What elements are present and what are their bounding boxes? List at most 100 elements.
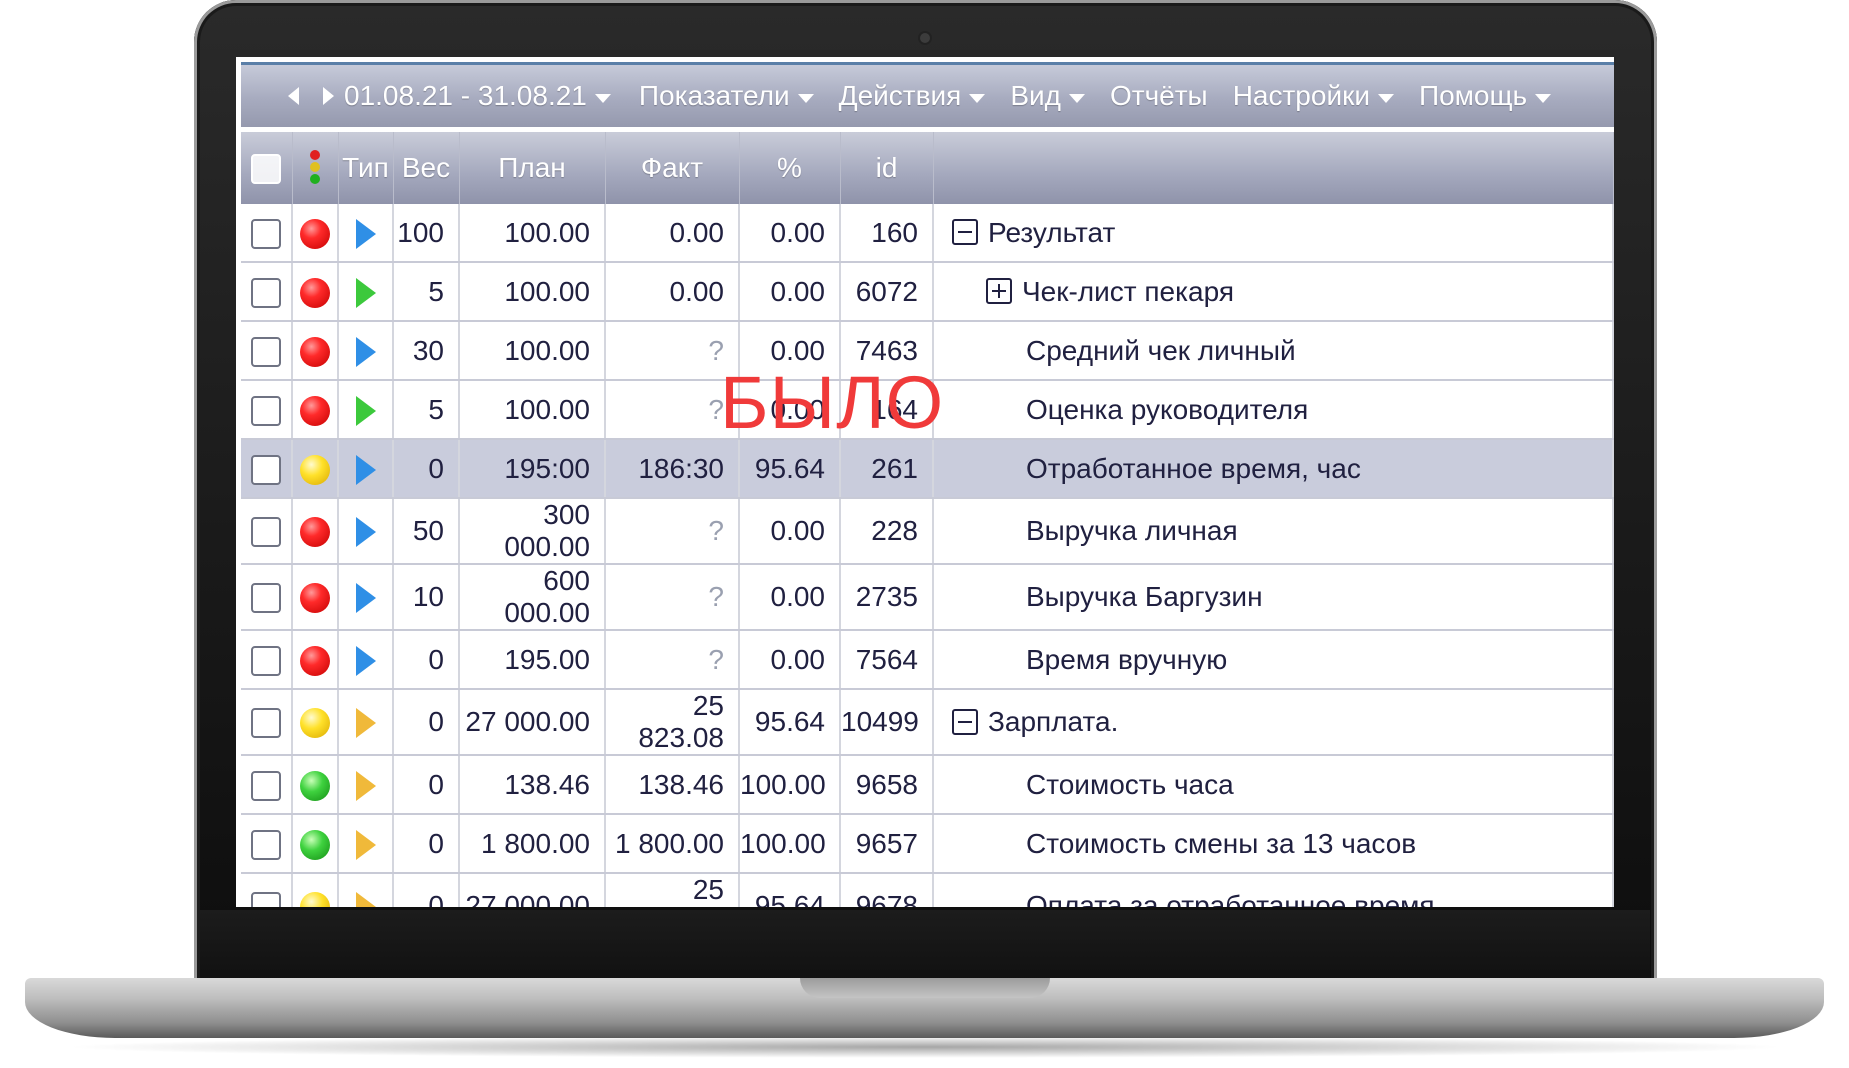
table-row[interactable]: 0 195.00 ? 0.00 7564 Время вручную [241,630,1614,690]
id-cell: 9658 [840,755,934,815]
table-row[interactable]: 100 100.00 0.00 0.00 160 Результат [241,204,1614,263]
table-row[interactable]: 5 100.00 0.00 0.00 6072 Чек-лист пекаря [241,262,1614,322]
row-checkbox[interactable] [251,583,281,614]
status-cell [292,380,339,440]
name-cell[interactable]: Выручка Баргузин [933,564,1614,631]
select-all-checkbox[interactable] [251,154,282,185]
table-row[interactable]: 0 27 000.00 25 823.08 95.64 10499 Зарпла… [241,689,1614,756]
menu-help[interactable]: Помощь [1419,80,1552,112]
laptop-shadow [60,1036,1790,1058]
row-checkbox[interactable] [251,770,281,801]
status-cell [292,498,339,565]
name-cell[interactable]: Оплата за отработанное время [933,873,1614,907]
status-cell [292,689,339,756]
id-cell: 6072 [840,262,934,322]
prev-period-icon[interactable] [288,87,299,105]
status-cell [292,321,339,381]
name-cell[interactable]: Стоимость смены за 13 часов [933,814,1614,874]
fact-cell: 0.00 [605,262,740,322]
row-checkbox[interactable] [251,395,281,426]
row-checkbox[interactable] [251,645,281,676]
row-checkbox[interactable] [251,517,281,548]
name-cell[interactable]: Время вручную [933,630,1614,690]
menu-actions[interactable]: Действия [839,80,986,112]
status-green-icon [300,770,330,801]
expand-icon[interactable] [986,278,1012,305]
table-row[interactable]: 0 195:00 186:30 95.64 261 Отработанное в… [241,439,1614,499]
row-select-cell [241,689,293,756]
column-header-weight[interactable]: Вес [393,132,460,204]
name-cell[interactable]: Отработанное время, час [933,439,1614,499]
status-cell [292,204,339,263]
fact-cell: 25 823.08 [605,873,740,907]
row-checkbox[interactable] [251,277,281,308]
status-red-icon [300,517,330,548]
id-cell: 2735 [840,564,934,631]
select-all-cell [241,132,293,204]
status-column-header[interactable] [292,132,339,204]
name-cell[interactable]: Результат [933,204,1614,263]
chevron-down-icon [1377,93,1394,103]
type-green-arrow-icon [355,395,376,426]
table-row[interactable]: 0 138.46 138.46 100.00 9658 Стоимость ча… [241,755,1614,815]
menu-settings[interactable]: Настройки [1233,80,1394,112]
fact-cell: ? [605,498,740,565]
row-checkbox[interactable] [251,708,281,739]
app-screen: 01.08.21 - 31.08.21 Показатели Действия … [236,57,1614,907]
plan-cell: 1 800.00 [459,814,606,874]
plan-cell: 27 000.00 [459,689,606,756]
collapse-icon[interactable] [952,708,978,735]
table-row[interactable]: 10 600 000.00 ? 0.00 2735 Выручка Баргуз… [241,564,1614,631]
row-select-cell [241,755,293,815]
date-range-dropdown[interactable]: 01.08.21 - 31.08.21 [344,80,611,112]
id-cell: 228 [840,498,934,565]
percent-cell: 95.64 [739,439,841,499]
table-body: 100 100.00 0.00 0.00 160 Результат 5 100… [241,204,1614,907]
plan-cell: 27 000.00 [459,873,606,907]
plan-cell: 600 000.00 [459,564,606,631]
name-cell[interactable]: Оценка руководителя [933,380,1614,440]
indicator-name: Зарплата. [988,706,1119,737]
name-cell[interactable]: Зарплата. [933,689,1614,756]
table-row[interactable]: 50 300 000.00 ? 0.00 228 Выручка личная [241,498,1614,565]
chevron-down-icon [594,93,611,103]
column-header-type[interactable]: Тип [338,132,394,204]
table-row[interactable]: 0 27 000.00 25 823.08 95.64 9678 Оплата … [241,873,1614,907]
type-cell [338,204,394,263]
laptop-bezel [200,910,1650,980]
column-header-plan[interactable]: План [459,132,606,204]
next-period-icon[interactable] [323,87,334,105]
row-checkbox[interactable] [251,336,281,367]
menu-view[interactable]: Вид [1010,80,1085,112]
weight-cell: 0 [393,439,460,499]
name-cell[interactable]: Выручка личная [933,498,1614,565]
name-cell[interactable]: Стоимость часа [933,755,1614,815]
collapse-icon[interactable] [952,219,978,246]
menu-indicators-label: Показатели [638,80,790,111]
type-cell [338,689,394,756]
weight-cell: 10 [393,564,460,631]
traffic-light-icon [310,150,320,186]
table-row[interactable]: 0 1 800.00 1 800.00 100.00 9657 Стоимост… [241,814,1614,874]
column-header-id[interactable]: id [840,132,934,204]
column-header-name[interactable] [933,132,1614,204]
indicator-name: Время вручную [1026,643,1228,675]
column-header-percent[interactable]: % [739,132,841,204]
column-header-fact[interactable]: Факт [605,132,740,204]
weight-cell: 0 [393,873,460,907]
row-select-cell [241,321,293,381]
plan-cell: 195.00 [459,630,606,690]
table-row[interactable]: 5 100.00 ? 0.00 164 Оценка руководителя [241,380,1614,440]
row-checkbox[interactable] [251,892,281,907]
menu-indicators[interactable]: Показатели [639,80,814,112]
row-checkbox[interactable] [251,829,281,860]
table-row[interactable]: 30 100.00 ? 0.00 7463 Средний чек личный [241,321,1614,381]
percent-cell: 0.00 [739,630,841,690]
row-checkbox[interactable] [251,218,281,249]
name-cell[interactable]: Чек-лист пекаря [933,262,1614,322]
indicator-name: Стоимость часа [1026,768,1234,800]
row-checkbox[interactable] [251,454,281,485]
menu-reports[interactable]: Отчёты [1110,80,1208,112]
type-cell [338,630,394,690]
name-cell[interactable]: Средний чек личный [933,321,1614,381]
